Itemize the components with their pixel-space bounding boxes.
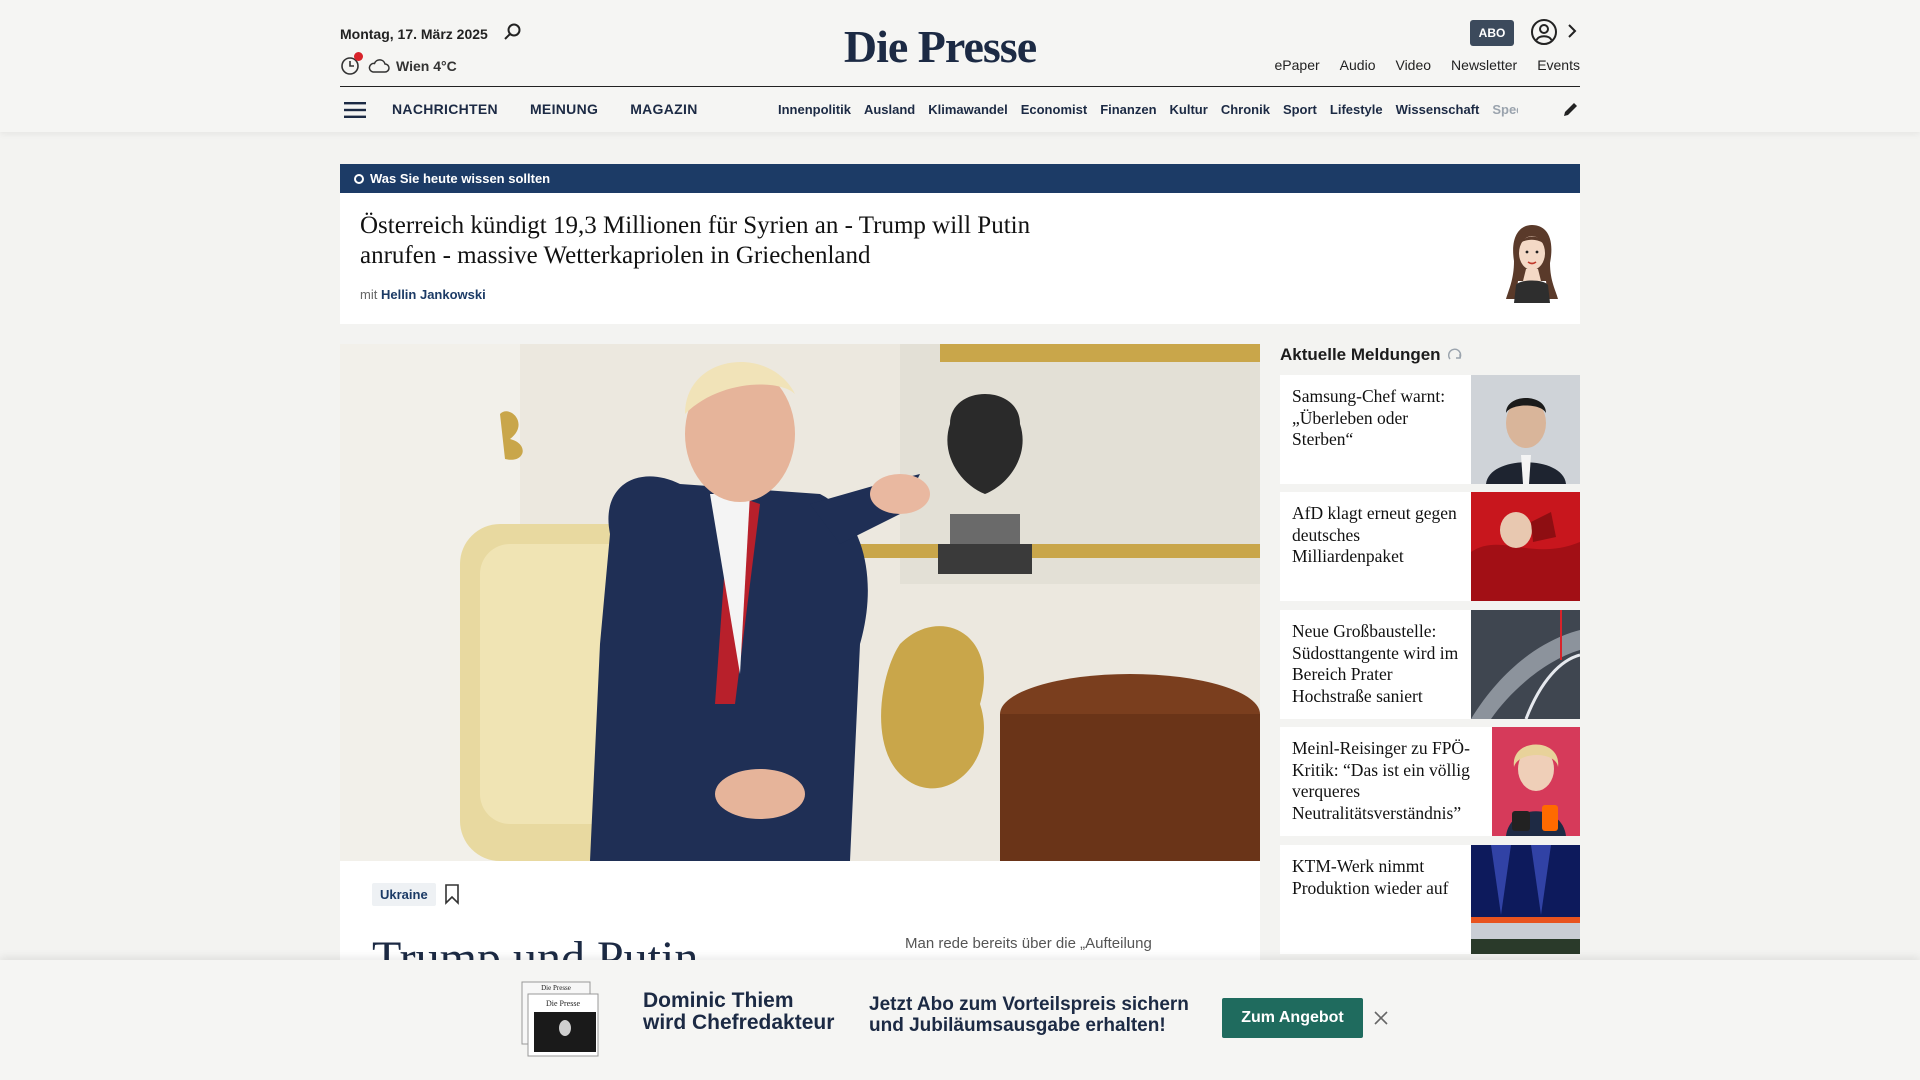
- notification-dot: [354, 52, 363, 61]
- author-name[interactable]: Hellin Jankowski: [381, 287, 486, 302]
- section-innenpolitik[interactable]: Innenpolitik: [778, 102, 851, 117]
- sidebar-title: Aktuelle Meldungen: [1280, 345, 1441, 364]
- link-epaper[interactable]: ePaper: [1275, 57, 1320, 73]
- site-logo[interactable]: Die Presse: [740, 20, 1140, 73]
- section-ausland[interactable]: Ausland: [864, 102, 915, 117]
- newspaper-illustration: Die Presse Die Presse: [521, 981, 599, 1057]
- banner-text-line-1: Jetzt Abo zum Vorteilspreis sichern: [869, 994, 1189, 1015]
- news-item[interactable]: Meinl-Reisinger zu FPÖ-Kritik: “Das ist …: [1280, 727, 1580, 836]
- section-finanzen[interactable]: Finanzen: [1100, 102, 1156, 117]
- offer-button[interactable]: Zum Angebot: [1222, 998, 1363, 1038]
- section-kultur[interactable]: Kultur: [1170, 102, 1208, 117]
- user-account-icon[interactable]: [1530, 18, 1558, 46]
- subscription-banner: Die Presse Die Presse Dominic Thiem wird…: [0, 960, 1920, 1080]
- abo-button[interactable]: ABO: [1470, 20, 1514, 46]
- refresh-icon: [1447, 348, 1461, 360]
- news-thumbnail: [1492, 727, 1580, 836]
- header-inner: Montag, 17. März 2025 Wien 4°C Die Press…: [340, 0, 1580, 132]
- briefing-card[interactable]: Österreich kündigt 19,3 Millionen für Sy…: [340, 193, 1580, 324]
- weather-text: Wien 4°C: [396, 58, 457, 74]
- author-prefix: mit: [360, 287, 378, 302]
- bullet-icon: [354, 173, 364, 184]
- link-newsletter[interactable]: Newsletter: [1451, 57, 1517, 73]
- category-tag[interactable]: Ukraine: [372, 883, 436, 906]
- search-icon[interactable]: [503, 22, 523, 42]
- section-nav: Innenpolitik Ausland Klimawandel Economi…: [778, 102, 1518, 117]
- banner-headline-line-2: wird Chefredakteur: [643, 1011, 835, 1034]
- briefing-label: Was Sie heute wissen sollten: [370, 171, 551, 186]
- section-spectrum[interactable]: Spectrum: [1492, 102, 1518, 117]
- sidebar-heading: Aktuelle Meldungen: [1280, 345, 1463, 365]
- main-nav: NACHRICHTEN MEINUNG MAGAZIN: [392, 101, 698, 117]
- pencil-icon[interactable]: [1562, 100, 1580, 118]
- news-item-title: Meinl-Reisinger zu FPÖ-Kritik: “Das ist …: [1292, 738, 1470, 823]
- cloud-icon: [368, 59, 390, 73]
- briefing-bar[interactable]: Was Sie heute wissen sollten: [340, 164, 1580, 193]
- banner-text: Jetzt Abo zum Vorteilspreis sichern und …: [869, 994, 1189, 1036]
- link-video[interactable]: Video: [1395, 57, 1431, 73]
- briefing-title[interactable]: Österreich kündigt 19,3 Millionen für Sy…: [360, 211, 1040, 271]
- news-item[interactable]: KTM-Werk nimmt Produktion wieder auf: [1280, 845, 1580, 954]
- news-thumbnail: [1471, 845, 1580, 954]
- section-chronik[interactable]: Chronik: [1221, 102, 1270, 117]
- banner-text-line-2: und Jubiläumsausgabe erhalten!: [869, 1015, 1166, 1036]
- top-links: ePaper Audio Video Newsletter Events: [1275, 57, 1580, 73]
- bookmark-icon[interactable]: [444, 883, 460, 905]
- hero-image[interactable]: [340, 344, 1260, 861]
- paper-logo: Die Presse: [546, 999, 580, 1008]
- current-date: Montag, 17. März 2025: [340, 26, 488, 42]
- section-wissenschaft[interactable]: Wissenschaft: [1396, 102, 1480, 117]
- banner-headline-line-1: Dominic Thiem: [643, 989, 794, 1012]
- nav-nachrichten[interactable]: NACHRICHTEN: [392, 101, 498, 117]
- news-item[interactable]: Samsung-Chef warnt: „Überleben oder Ster…: [1280, 375, 1580, 484]
- paper-logo: Die Presse: [541, 984, 571, 992]
- menu-icon[interactable]: [344, 101, 366, 119]
- nav-meinung[interactable]: MEINUNG: [530, 101, 598, 117]
- section-sport[interactable]: Sport: [1283, 102, 1317, 117]
- link-audio[interactable]: Audio: [1340, 57, 1376, 73]
- weather-widget[interactable]: Wien 4°C: [340, 52, 457, 77]
- link-events[interactable]: Events: [1537, 57, 1580, 73]
- author-avatar: [1506, 225, 1558, 303]
- nav-magazin[interactable]: MAGAZIN: [630, 101, 697, 117]
- news-item-title: Neue Großbaustelle: Südosttangente wird …: [1292, 621, 1459, 706]
- section-economist[interactable]: Economist: [1021, 102, 1087, 117]
- banner-headline: Dominic Thiem wird Chefredakteur: [643, 990, 834, 1034]
- news-item-title: Samsung-Chef warnt: „Überleben oder Ster…: [1292, 386, 1446, 449]
- news-item[interactable]: AfD klagt erneut gegen deutsches Milliar…: [1280, 492, 1580, 601]
- news-item[interactable]: Neue Großbaustelle: Südosttangente wird …: [1280, 610, 1580, 719]
- section-lifestyle[interactable]: Lifestyle: [1330, 102, 1383, 117]
- news-item-title: AfD klagt erneut gegen deutsches Milliar…: [1292, 503, 1457, 566]
- news-thumbnail: [1471, 492, 1580, 601]
- hero-teaser: Man rede bereits über die „Aufteilung: [905, 935, 1152, 952]
- news-thumbnail: [1471, 375, 1580, 484]
- news-item-title: KTM-Werk nimmt Produktion wieder auf: [1292, 856, 1449, 898]
- header-divider: [340, 86, 1580, 87]
- news-thumbnail: [1471, 610, 1580, 719]
- clock-icon[interactable]: [340, 52, 363, 77]
- chevron-right-icon[interactable]: [1566, 22, 1578, 40]
- site-header: Montag, 17. März 2025 Wien 4°C Die Press…: [0, 0, 1920, 132]
- close-icon[interactable]: [1373, 1010, 1389, 1026]
- briefing-author: mit Hellin Jankowski: [360, 287, 486, 302]
- section-klimawandel[interactable]: Klimawandel: [928, 102, 1007, 117]
